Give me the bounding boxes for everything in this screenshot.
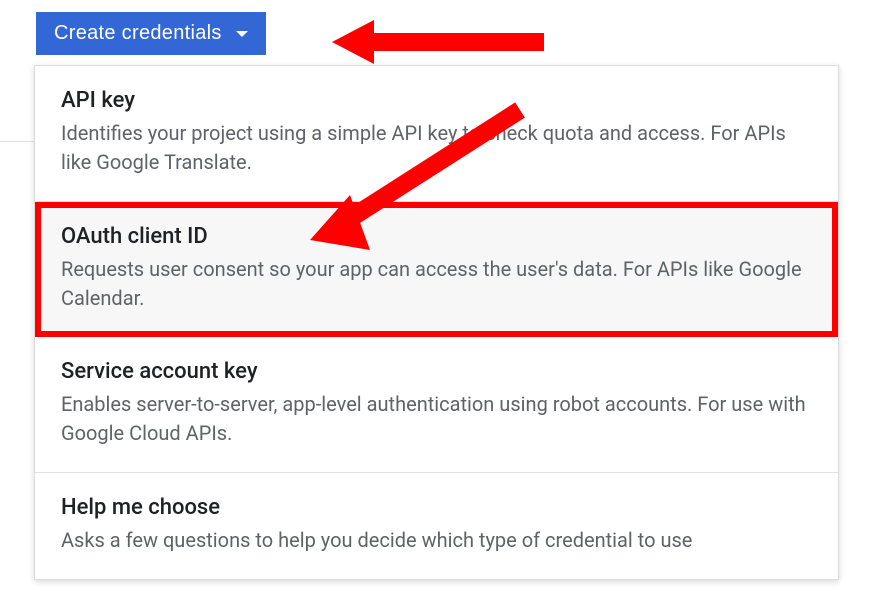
create-credentials-label: Create credentials [54, 22, 222, 45]
menu-item-service-account-key[interactable]: Service account key Enables server-to-se… [35, 337, 838, 473]
menu-item-desc: Requests user consent so your app can ac… [61, 255, 812, 313]
menu-item-title: Service account key [61, 359, 812, 384]
menu-item-desc: Asks a few questions to help you decide … [61, 526, 812, 555]
menu-item-help-me-choose[interactable]: Help me choose Asks a few questions to h… [35, 473, 838, 579]
menu-item-desc: Enables server-to-server, app-level auth… [61, 390, 812, 448]
caret-down-icon [236, 31, 248, 37]
menu-item-api-key[interactable]: API key Identifies your project using a … [35, 66, 838, 202]
annotation-arrow-horizontal [332, 20, 544, 64]
menu-item-title: Help me choose [61, 495, 812, 520]
menu-item-title: API key [61, 88, 812, 113]
arrow-shaft [374, 33, 544, 51]
menu-item-desc: Identifies your project using a simple A… [61, 119, 812, 177]
arrow-head-icon [332, 20, 374, 64]
menu-item-title: OAuth client ID [61, 224, 812, 249]
create-credentials-button[interactable]: Create credentials [36, 12, 266, 55]
credentials-dropdown: API key Identifies your project using a … [34, 65, 839, 580]
panel-edge [0, 12, 34, 142]
menu-item-oauth-client-id[interactable]: OAuth client ID Requests user consent so… [35, 202, 838, 337]
